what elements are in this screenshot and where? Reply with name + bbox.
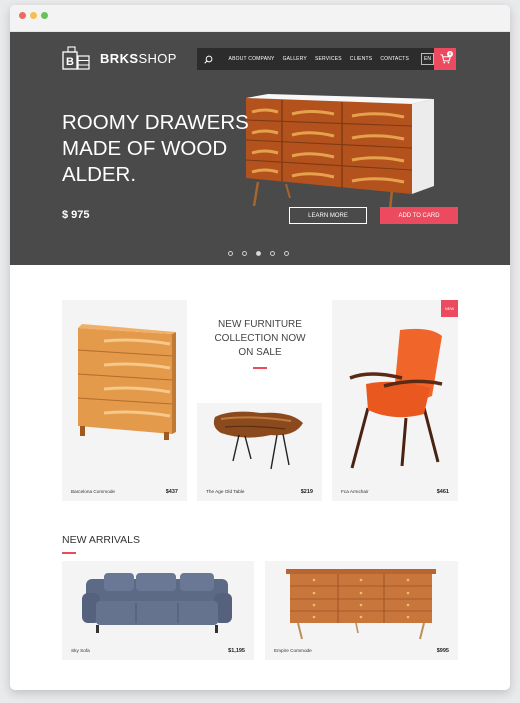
cart-button[interactable]: 0 [434, 48, 456, 70]
product-card-sky-sofa[interactable]: Sky Sofa $1,195 [62, 561, 254, 660]
section-divider [62, 552, 76, 554]
language-selector[interactable]: EN [421, 53, 434, 65]
product-image [77, 324, 176, 440]
nav-item-contacts[interactable]: Contacts [380, 56, 409, 62]
promo-line: COLLECTION NOW [214, 333, 306, 344]
slider-dot[interactable] [284, 251, 289, 256]
nav-item-about-company[interactable]: About company [229, 56, 275, 62]
product-card-fca-armchair[interactable]: NEW Fca Armchair $461 [332, 300, 458, 501]
product-price: $1,195 [228, 648, 245, 654]
nav-item-gallery[interactable]: Gallery [283, 56, 307, 62]
product-image [349, 328, 443, 469]
product-price: $219 [300, 489, 313, 495]
product-card-empire-commode[interactable]: Empire Commode $995 [265, 561, 458, 660]
minimize-window-button[interactable] [30, 12, 37, 19]
hero-banner: B BRKSSHOP About company Gallery Service… [10, 32, 510, 265]
nav-item-clients[interactable]: Clients [350, 56, 373, 62]
hero-title-line: MADE OF WOOD [62, 137, 228, 160]
product-price: $461 [436, 489, 449, 495]
section-title-new-arrivals: NEW ARRIVALS [62, 534, 140, 546]
promo-line: ON SALE [238, 347, 282, 358]
product-name: Empire Commode [274, 648, 312, 653]
search-icon[interactable] [197, 48, 221, 70]
promo-divider [253, 367, 267, 369]
product-name: Fca Armchair [341, 489, 369, 494]
promo-line: NEW FURNITURE [218, 319, 302, 330]
new-badge: NEW [441, 300, 458, 317]
hero-title-line: ALDER. [62, 163, 137, 186]
brand-logo[interactable]: B BRKSSHOP [62, 46, 177, 70]
svg-text:B: B [66, 56, 74, 68]
product-card-age-old-table[interactable]: The Age Old Table $219 [197, 403, 322, 501]
slider-dot-active[interactable] [256, 251, 261, 256]
slider-dot[interactable] [228, 251, 233, 256]
hero-title-line: ROOMY DRAWERS [62, 111, 249, 134]
product-image [82, 573, 232, 633]
maximize-window-button[interactable] [41, 12, 48, 19]
window-titlebar [10, 5, 510, 32]
product-name: The Age Old Table [206, 489, 245, 494]
product-price: $995 [436, 648, 449, 654]
brand-name: BRKSSHOP [100, 50, 177, 66]
hero-price: $ 975 [62, 209, 90, 221]
product-image [286, 569, 436, 640]
browser-window: B BRKSSHOP About company Gallery Service… [10, 5, 510, 690]
product-price: $437 [165, 489, 178, 495]
slider-pagination [228, 251, 298, 256]
product-name: Sky Sofa [71, 648, 90, 653]
logo-icon: B [62, 46, 90, 70]
learn-more-button[interactable]: LEARN MORE [289, 207, 367, 224]
add-to-card-button[interactable]: ADD TO CARD [380, 207, 458, 224]
product-card-barcelona-commode[interactable]: Barcelona Commode $437 [62, 300, 187, 501]
product-image [213, 411, 303, 470]
main-nav: About company Gallery Services Clients C… [197, 48, 434, 70]
product-name: Barcelona Commode [71, 489, 116, 494]
slider-dot[interactable] [270, 251, 275, 256]
hero-dresser-image [245, 94, 434, 211]
promo-headline: NEW FURNITURE COLLECTION NOW ON SALE [197, 318, 323, 360]
nav-item-services[interactable]: Services [315, 56, 342, 62]
cart-count-badge: 0 [447, 51, 453, 57]
close-window-button[interactable] [19, 12, 26, 19]
hero-title: ROOMY DRAWERS MADE OF WOOD ALDER. [62, 110, 262, 188]
slider-dot[interactable] [242, 251, 247, 256]
